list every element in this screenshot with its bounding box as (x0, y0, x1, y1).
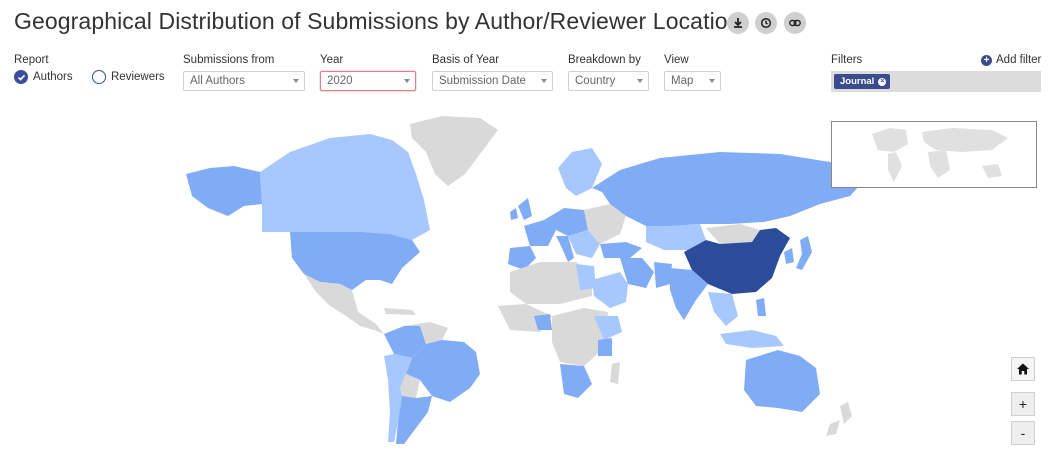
country-kenya (598, 338, 612, 356)
radio-authors[interactable]: Authors (14, 70, 73, 84)
plus-circle-icon: + (981, 54, 992, 66)
country-korea (784, 248, 794, 264)
download-icon (734, 18, 742, 28)
remove-chip-icon[interactable]: × (878, 77, 887, 86)
view-label: View (664, 54, 689, 66)
copy-link-button[interactable] (784, 12, 806, 34)
reset-button[interactable] (755, 12, 777, 34)
chevron-down-icon (404, 79, 410, 83)
filter-chip-journal[interactable]: Journal × (834, 74, 891, 89)
country-uk (518, 198, 532, 220)
country-alaska (186, 166, 262, 216)
chevron-down-icon (637, 79, 643, 83)
radio-unchecked-icon (92, 70, 106, 84)
filters-bar: Journal × (831, 71, 1041, 92)
home-button[interactable] (1011, 357, 1035, 381)
breakdown-label: Breakdown by (568, 54, 641, 66)
country-saudi-arabia (592, 272, 628, 308)
zoom-out-button[interactable]: - (1011, 421, 1035, 445)
country-australia (744, 350, 820, 412)
radio-reviewers[interactable]: Reviewers (92, 70, 165, 84)
country-madagascar (610, 362, 620, 384)
country-south-africa (560, 364, 592, 398)
country-ireland (510, 208, 518, 220)
year-label: Year (320, 54, 344, 66)
country-greenland (410, 116, 498, 186)
download-button[interactable] (727, 12, 749, 34)
country-canada (260, 134, 430, 240)
chevron-down-icon (293, 79, 299, 83)
country-japan (796, 236, 812, 270)
country-turkey (600, 242, 642, 258)
add-filter-label: Add filter (996, 54, 1042, 66)
breakdown-select[interactable]: Country (568, 71, 649, 91)
report-label: Report (14, 54, 49, 66)
basis-label: Basis of Year (432, 54, 500, 66)
link-icon (789, 19, 801, 27)
submissions-from-value: All Authors (190, 75, 245, 87)
filter-chip-label: Journal (840, 76, 875, 87)
basis-select[interactable]: Submission Date (432, 71, 553, 91)
country-new-zealand-south (826, 420, 840, 436)
country-russia (592, 152, 868, 226)
minimap-world-icon (872, 128, 1008, 182)
minimap[interactable] (831, 121, 1037, 188)
country-southeast-asia (708, 292, 738, 326)
country-mongolia (706, 224, 760, 244)
chevron-down-icon (541, 79, 547, 83)
country-argentina (396, 396, 432, 444)
view-value: Map (671, 75, 694, 87)
filters-label: Filters (831, 54, 863, 66)
year-value: 2020 (327, 75, 353, 87)
country-indonesia (720, 330, 784, 348)
country-pakistan (654, 262, 672, 288)
country-new-zealand (840, 402, 852, 424)
radio-checked-icon (14, 70, 28, 84)
radio-reviewers-label: Reviewers (111, 71, 165, 83)
submissions-from-select[interactable]: All Authors (183, 71, 305, 91)
home-icon (1017, 363, 1029, 375)
add-filter-button[interactable]: + Add filter (981, 54, 1041, 66)
year-select[interactable]: 2020 (320, 71, 416, 91)
page-title: Geographical Distribution of Submissions… (14, 8, 741, 34)
chevron-down-icon (709, 79, 715, 83)
radio-authors-label: Authors (33, 71, 73, 83)
history-icon (760, 17, 772, 29)
region-caribbean (384, 308, 416, 315)
basis-value: Submission Date (439, 75, 526, 87)
world-map[interactable] (180, 112, 870, 452)
zoom-in-button[interactable]: + (1011, 392, 1035, 416)
country-philippines (756, 298, 766, 316)
submissions-from-label: Submissions from (183, 54, 275, 66)
view-select[interactable]: Map (664, 71, 721, 91)
breakdown-value: Country (575, 75, 616, 87)
